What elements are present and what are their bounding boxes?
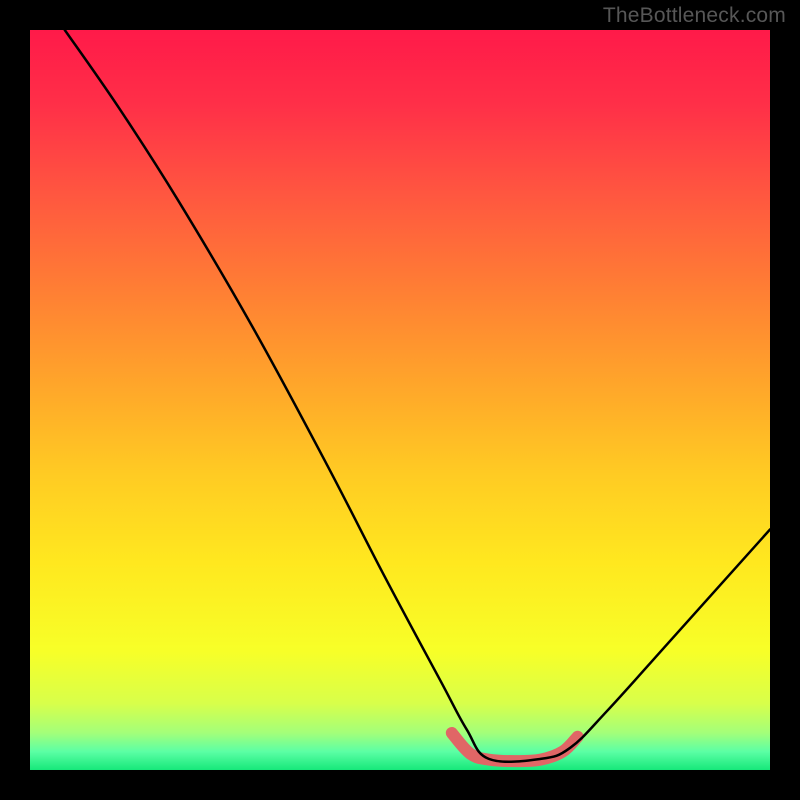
- chart-stage: TheBottleneck.com: [0, 0, 800, 800]
- bottleneck-chart: [0, 0, 800, 800]
- watermark-text: TheBottleneck.com: [603, 4, 786, 28]
